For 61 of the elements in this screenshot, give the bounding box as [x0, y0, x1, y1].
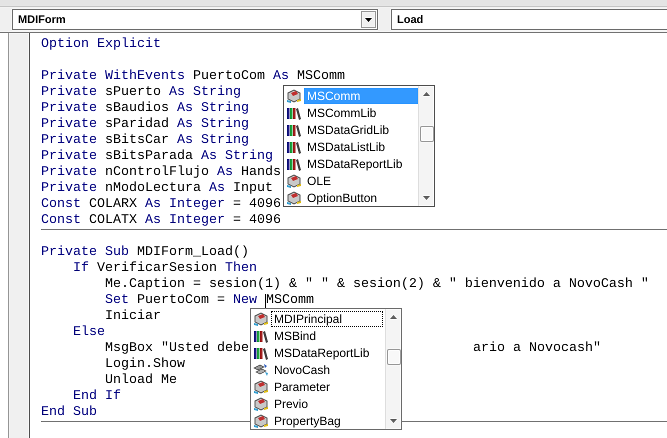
books-icon: [253, 346, 269, 360]
object-icon: [253, 414, 269, 428]
autocomplete-item[interactable]: MSDataReportLib: [284, 155, 418, 172]
code-line: Const COLARX As Integer = 4096: [41, 197, 281, 213]
autocomplete-item[interactable]: OLE: [284, 172, 418, 189]
code-line: Private sBitsParada As String: [41, 149, 273, 165]
code-line: Set PuertoCom = New: [105, 293, 257, 309]
code-line: MsgBox "Usted debe: [105, 341, 249, 357]
autocomplete-item[interactable]: MSCommLib: [284, 104, 418, 121]
object-dropdown[interactable]: MDIForm: [12, 9, 378, 30]
autocomplete-item[interactable]: MSDataGridLib: [284, 121, 418, 138]
object-icon: [286, 174, 302, 188]
autocomplete-item[interactable]: MSDataListLib: [284, 138, 418, 155]
code-line: Me.Caption = sesion(1) & " " & sesion(2) & " bienvenido a NovoCash ": [105, 277, 649, 293]
code-line: Else: [73, 325, 105, 341]
code-line: Private sBitsCar As String: [41, 133, 249, 149]
scrollbar[interactable]: [385, 309, 401, 429]
scroll-down-icon[interactable]: [390, 419, 397, 423]
object-icon: [286, 190, 302, 204]
code-line: Private sParidad As String: [41, 117, 249, 133]
project-icon: [253, 362, 269, 376]
code-line: Const COLATX As Integer = 4096: [41, 213, 281, 229]
scroll-thumb[interactable]: [420, 126, 434, 142]
object-icon: [253, 396, 269, 410]
code-line: Iniciar: [105, 309, 161, 325]
code-line: ario a Novocash": [473, 341, 601, 357]
autocomplete-item[interactable]: OptionButton: [284, 189, 418, 206]
scroll-up-icon[interactable]: [390, 315, 397, 319]
code-line: Private nModoLectura As Input: [41, 181, 273, 197]
code-line: If VerificarSesion Then: [73, 261, 257, 277]
code-line: Private sBaudios As String: [41, 101, 249, 117]
code-line: End If: [73, 389, 121, 405]
autocomplete-item[interactable]: MSDataReportLib: [251, 344, 385, 361]
code-line: Private Sub MDIForm_Load(): [41, 245, 249, 261]
autocomplete-item[interactable]: Previo: [251, 395, 385, 412]
text-cursor: [264, 294, 266, 308]
code-line: Private nControlFlujo As Hands: [41, 165, 281, 181]
books-icon: [286, 140, 302, 154]
autocomplete-item[interactable]: Parameter: [251, 378, 385, 395]
object-icon: [253, 312, 269, 326]
scroll-thumb[interactable]: [386, 349, 400, 365]
object-icon: [286, 88, 302, 102]
scroll-up-icon[interactable]: [423, 92, 430, 96]
code-line: Private WithEvents PuertoCom As MSComm: [41, 69, 345, 85]
books-icon: [286, 106, 302, 120]
books-icon: [286, 122, 302, 136]
books-icon: [253, 328, 269, 342]
autocomplete-item[interactable]: MSBind: [251, 327, 385, 344]
code-line: Option Explicit: [41, 37, 161, 53]
autocomplete-item[interactable]: NovoCash: [251, 361, 385, 378]
books-icon: [286, 156, 302, 170]
code-line: Private sPuerto As String: [41, 85, 241, 101]
code-line: Unload Me: [105, 373, 177, 389]
code-line: Login.Show: [105, 357, 185, 373]
autocomplete-item[interactable]: PropertyBag: [251, 412, 385, 429]
scroll-down-icon[interactable]: [423, 196, 430, 200]
scrollbar[interactable]: [418, 86, 434, 206]
object-icon: [253, 380, 269, 394]
code-line: MSComm: [266, 293, 314, 309]
code-line: End Sub: [41, 405, 97, 421]
procedure-dropdown[interactable]: Load: [391, 9, 667, 30]
